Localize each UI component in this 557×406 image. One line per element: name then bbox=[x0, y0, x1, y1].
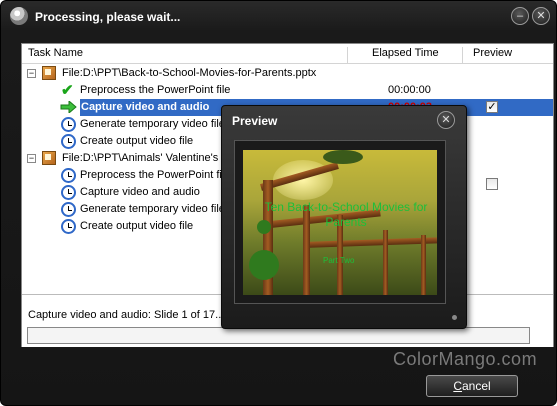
task-label: Generate temporary video file bbox=[80, 118, 225, 130]
preview-window[interactable]: Preview ✕ Ten Back-to-School Movies for … bbox=[221, 105, 467, 329]
task-label: Capture video and audio bbox=[81, 101, 210, 113]
window-title: Processing, please wait... bbox=[35, 10, 181, 24]
column-elapsed-time[interactable]: Elapsed Time bbox=[372, 47, 439, 59]
watermark: ColorMango.com bbox=[393, 349, 538, 369]
file-row[interactable]: − File:D:\PPT\Back-to-School-Movies-for-… bbox=[22, 65, 553, 82]
clock-icon bbox=[61, 117, 76, 132]
column-task-name[interactable]: Task Name bbox=[28, 47, 83, 59]
cancel-button[interactable]: Cancel bbox=[426, 375, 518, 397]
fence-rail bbox=[302, 237, 437, 248]
task-row[interactable]: ✔ Preprocess the PowerPoint file 00:00:0… bbox=[22, 82, 553, 99]
clock-icon bbox=[61, 134, 76, 149]
collapse-toggle-icon[interactable]: − bbox=[27, 69, 36, 78]
pptx-file-icon bbox=[42, 66, 56, 80]
task-label: Generate temporary video file bbox=[80, 203, 225, 215]
task-label: Capture video and audio bbox=[80, 186, 200, 198]
preview-frame: Ten Back-to-School Movies for Parents Pa… bbox=[234, 140, 446, 304]
fence-post bbox=[383, 230, 388, 295]
task-label: Preprocess the PowerPoint file bbox=[80, 84, 231, 96]
cancel-label: ancel bbox=[461, 379, 491, 393]
column-preview[interactable]: Preview bbox=[473, 47, 512, 59]
preview-checkbox[interactable]: ✓ bbox=[486, 101, 498, 113]
collapse-toggle-icon[interactable]: − bbox=[27, 154, 36, 163]
task-label: Create output video file bbox=[80, 135, 194, 147]
close-button[interactable]: ✕ bbox=[532, 7, 550, 25]
slide-preview-image: Ten Back-to-School Movies for Parents Pa… bbox=[243, 150, 437, 295]
vine-leaves bbox=[323, 150, 363, 164]
elapsed-time: 00:00:00 bbox=[388, 84, 431, 96]
task-label: Create output video file bbox=[80, 220, 194, 232]
preview-close-button[interactable]: ✕ bbox=[437, 111, 455, 129]
title-bar[interactable]: Processing, please wait... – ✕ bbox=[1, 1, 556, 35]
status-text: Capture video and audio: Slide 1 of 17..… bbox=[28, 309, 225, 321]
processing-dialog: Processing, please wait... – ✕ Task Name… bbox=[0, 0, 557, 406]
preview-title: Preview bbox=[232, 114, 278, 128]
progress-bar bbox=[27, 327, 530, 344]
slide-title: Ten Back-to-School Movies for Parents bbox=[264, 200, 428, 229]
slide-subtitle: Part Two bbox=[323, 256, 355, 265]
fence-post bbox=[421, 235, 426, 295]
task-label: Preprocess the PowerPoint file bbox=[80, 169, 231, 181]
clock-icon bbox=[61, 168, 76, 183]
pptx-file-icon bbox=[42, 151, 56, 165]
column-divider[interactable] bbox=[347, 47, 348, 64]
clock-icon bbox=[61, 219, 76, 234]
app-icon bbox=[10, 7, 28, 25]
clock-icon bbox=[61, 202, 76, 217]
vine-leaves bbox=[249, 250, 279, 280]
cancel-accel-key: C bbox=[453, 379, 462, 393]
column-header: Task Name Elapsed Time Preview bbox=[22, 44, 553, 64]
clock-icon bbox=[61, 185, 76, 200]
arrow-right-icon bbox=[60, 101, 77, 113]
bottom-bar: ColorMango.com Cancel bbox=[1, 347, 556, 405]
file-label: File:D:\PPT\Back-to-School-Movies-for-Pa… bbox=[62, 67, 317, 79]
minimize-button[interactable]: – bbox=[511, 7, 529, 25]
check-icon: ✔ bbox=[61, 82, 74, 99]
column-divider[interactable] bbox=[462, 47, 463, 64]
resize-grip[interactable] bbox=[452, 315, 457, 320]
